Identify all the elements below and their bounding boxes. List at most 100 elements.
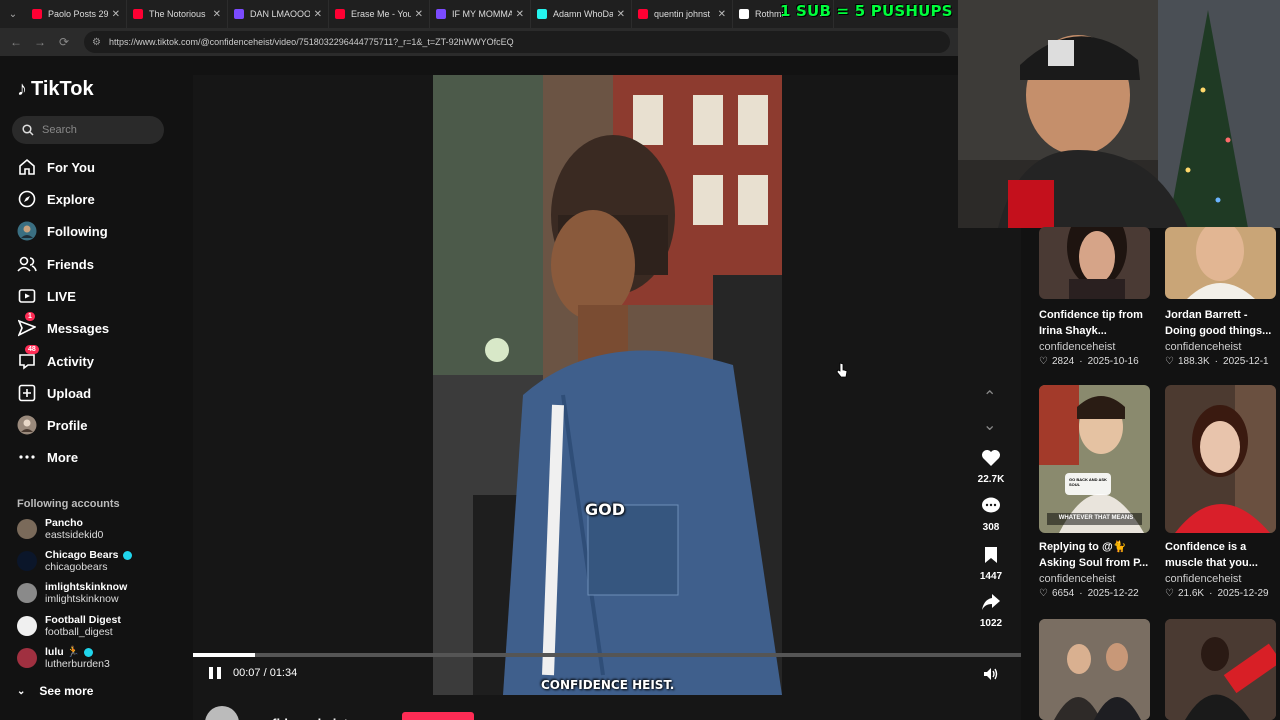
browser-tab[interactable]: IF MY MOMMA ✕: [430, 0, 531, 28]
recommended-video-thumbnail-partial[interactable]: [1165, 619, 1276, 720]
separator-dot: ·: [1214, 356, 1219, 367]
reload-icon[interactable]: ⟳: [52, 35, 76, 49]
card-author[interactable]: confidenceheist: [1165, 340, 1280, 354]
browser-tab[interactable]: DAN LMAOOO ✕: [228, 0, 329, 28]
mouse-cursor-icon: [836, 362, 848, 383]
tab-favicon-icon: [335, 9, 345, 19]
following-account[interactable]: Football Digest football_digest: [17, 614, 121, 638]
nav-item-upload[interactable]: Upload: [17, 381, 91, 405]
progress-fill: [193, 653, 256, 657]
volume-icon[interactable]: [983, 667, 999, 686]
card-date: 2025-12-1: [1223, 356, 1269, 367]
card-title-line2: Asking Soul from P...: [1039, 557, 1149, 569]
author-name[interactable]: confidenceheist: [249, 716, 348, 720]
video-thumbnail[interactable]: [1039, 227, 1150, 299]
save-count: 1447: [979, 571, 1003, 582]
card-author[interactable]: confidenceheist: [1039, 340, 1157, 354]
following-account[interactable]: imlightskinknow imlightskinknow: [17, 581, 127, 605]
back-icon[interactable]: ←: [4, 35, 28, 49]
close-icon[interactable]: ✕: [112, 9, 120, 20]
nav-item-more[interactable]: More: [17, 445, 78, 469]
search-box[interactable]: [12, 116, 164, 144]
nav-item-friends[interactable]: Friends: [17, 252, 94, 276]
tiktok-logo[interactable]: ♪ TikTok: [17, 78, 94, 101]
nav-label: Messages: [47, 320, 110, 336]
comment-button[interactable]: 308: [961, 497, 1021, 533]
video-progress-bar[interactable]: [193, 653, 1021, 657]
nav-label: LIVE: [47, 288, 76, 304]
pause-icon[interactable]: [209, 667, 221, 679]
card-stats: ♡ 21.6K · 2025-12-29: [1165, 588, 1280, 599]
see-more-button[interactable]: ⌄ See more: [17, 684, 93, 698]
account-avatar: [17, 616, 37, 636]
save-button[interactable]: 1447: [961, 546, 1021, 582]
recommended-video-thumbnail-partial[interactable]: [1039, 619, 1150, 720]
card-title: Confidence tip from: [1039, 309, 1143, 321]
card-date: 2025-12-22: [1087, 588, 1139, 599]
recommended-video-card[interactable]: Confidence is a muscle that you... confi…: [1165, 385, 1280, 599]
nav-item-messages[interactable]: 1 Messages: [17, 312, 110, 340]
following-account[interactable]: Pancho eastsidekid0: [17, 517, 103, 541]
close-icon[interactable]: ✕: [314, 9, 322, 20]
activity-icon: 48: [17, 345, 39, 371]
home-icon: [17, 157, 37, 177]
close-icon[interactable]: ✕: [516, 9, 524, 20]
recommended-video-card[interactable]: GO BACK AND ASK SOUL WHATEVER THAT MEANS…: [1039, 385, 1157, 599]
account-handle: lutherburden3: [45, 658, 110, 670]
nav-item-profile[interactable]: Profile: [17, 413, 87, 437]
account-name: Football Digest: [45, 614, 121, 626]
chevron-up-icon[interactable]: ⌃: [983, 387, 996, 407]
like-button[interactable]: 22.7K: [961, 449, 1021, 485]
account-avatar: [17, 519, 37, 539]
forward-icon[interactable]: →: [28, 35, 52, 49]
browser-tab[interactable]: Adamn WhoDa ✕: [531, 0, 632, 28]
browser-tab[interactable]: The Notorious ✕: [127, 0, 228, 28]
card-likes: 188.3K: [1177, 356, 1210, 367]
nav-label: For You: [47, 159, 95, 175]
recommended-video-card[interactable]: Jordan Barrett - Doing good things... co…: [1165, 227, 1280, 367]
bookmark-icon: [985, 547, 997, 563]
card-title-line2: Doing good things...: [1165, 325, 1272, 337]
recommended-video-card[interactable]: Confidence tip from Irina Shayk... confi…: [1039, 227, 1157, 367]
tab-favicon-icon: [436, 9, 446, 19]
following-account[interactable]: Chicago Bears chicagobears: [17, 549, 132, 573]
account-handle: eastsidekid0: [45, 529, 104, 541]
close-icon[interactable]: ✕: [415, 9, 423, 20]
nav-item-activity[interactable]: 48 Activity: [17, 345, 94, 373]
tab-list-dropdown[interactable]: ⌄: [0, 0, 26, 28]
close-icon[interactable]: ✕: [718, 9, 726, 20]
nav-label: Friends: [47, 256, 94, 272]
share-icon: [982, 594, 1000, 610]
site-info-icon[interactable]: ⚙: [92, 37, 101, 48]
close-icon[interactable]: ✕: [213, 9, 221, 20]
browser-tab[interactable]: Erase Me - You ✕: [329, 0, 430, 28]
video-thumbnail[interactable]: [1165, 385, 1276, 533]
thumb-caption-top: GO BACK AND ASK SOUL: [1069, 477, 1107, 487]
card-author[interactable]: confidenceheist: [1039, 572, 1157, 586]
share-button[interactable]: 1022: [961, 593, 1021, 629]
tab-favicon-icon: [133, 9, 143, 19]
video-thumbnail[interactable]: [1165, 227, 1276, 299]
nav-item-explore[interactable]: Explore: [17, 187, 95, 211]
browser-tab[interactable]: Paolo Posts 29 ✕: [26, 0, 127, 28]
chevron-down-icon[interactable]: ⌄: [983, 415, 996, 435]
separator-dot: ·: [1079, 356, 1083, 367]
video-thumbnail[interactable]: GO BACK AND ASK SOUL WHATEVER THAT MEANS: [1039, 385, 1150, 533]
close-icon[interactable]: ✕: [617, 9, 625, 20]
stream-sub-banner: 1 SUB = 5 PUSHUPS: [780, 2, 953, 20]
nav-item-following[interactable]: Following: [17, 219, 108, 243]
follow-button[interactable]: [402, 712, 474, 720]
search-input[interactable]: [42, 124, 152, 136]
account-avatar: [17, 648, 37, 668]
nav-item-live[interactable]: LIVE: [17, 284, 76, 308]
nav-item-for-you[interactable]: For You: [17, 155, 95, 179]
tab-title: IF MY MOMMA: [452, 9, 512, 19]
tab-favicon-icon: [234, 9, 244, 19]
card-author[interactable]: confidenceheist: [1165, 572, 1280, 586]
video-frame[interactable]: GOD CONFIDENCE HEIST.: [433, 75, 782, 695]
card-title-line2: Irina Shayk...: [1039, 325, 1107, 337]
browser-tab[interactable]: quentin johnst ✕: [632, 0, 733, 28]
url-field[interactable]: ⚙ https://www.tiktok.com/@confidenceheis…: [84, 31, 950, 53]
following-account[interactable]: lulu 🏃 lutherburden3: [17, 646, 110, 670]
author-avatar[interactable]: [205, 706, 239, 720]
